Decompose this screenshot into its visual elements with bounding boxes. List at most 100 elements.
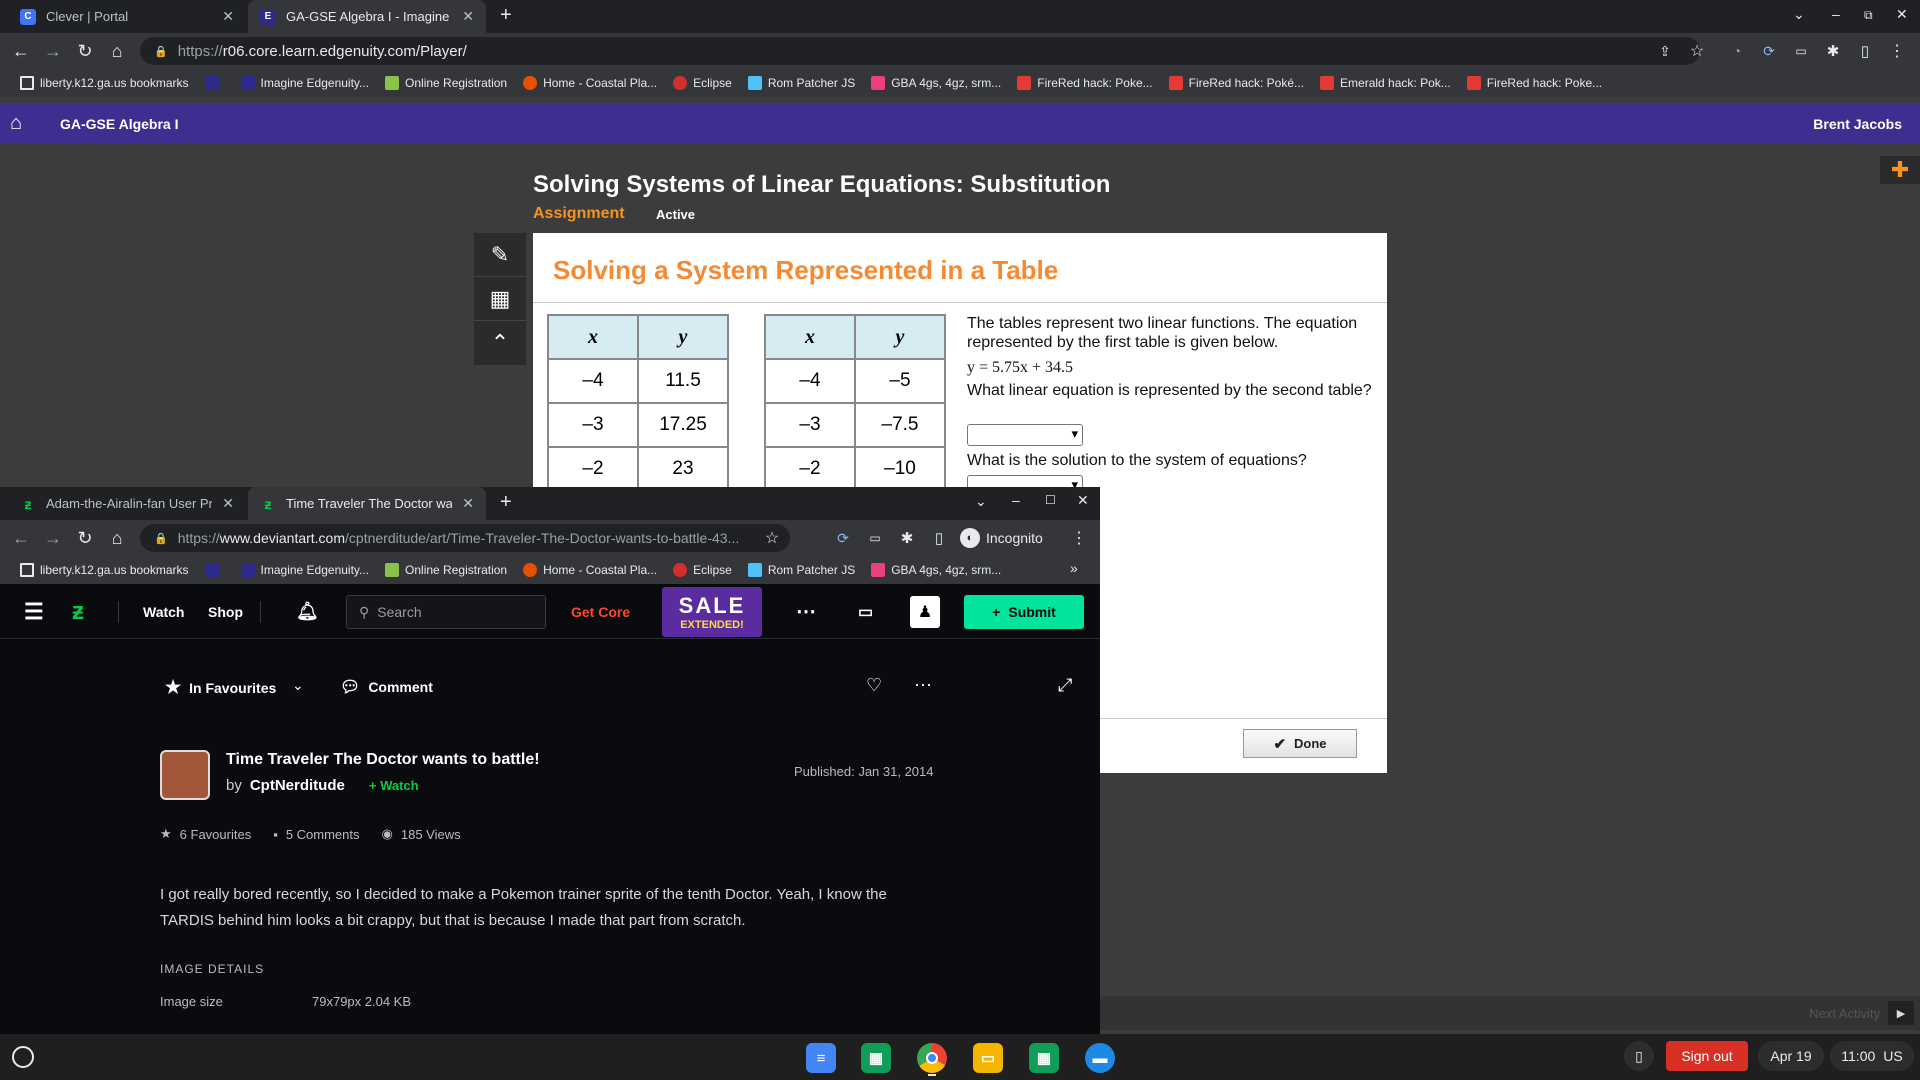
comment-button[interactable]: 💬︎ Comment [340,677,433,697]
chat-icon[interactable]: ▭ [858,584,873,639]
minimize-icon[interactable]: – [1832,6,1840,22]
maximize-icon[interactable]: ☐ [1045,493,1056,507]
chevron-down-icon[interactable]: ⌄ [975,493,987,510]
launcher-icon[interactable] [12,1046,34,1068]
close-window-icon[interactable]: ✕ [1077,492,1089,509]
reload-icon[interactable]: ↻ [70,520,100,556]
home-icon[interactable]: ⌂ [102,520,132,556]
bookmark[interactable]: Home - Coastal Pla... [515,76,665,90]
bookmark-folder[interactable]: liberty.k12.ga.us bookmarks [12,563,197,577]
bookmark[interactable]: Imagine Edgenuity... [233,563,378,577]
nav-watch[interactable]: Watch [143,584,184,639]
sale-banner[interactable]: SALE EXTENDED! [662,587,762,637]
star-icon[interactable]: ☆ [1682,33,1712,69]
close-icon[interactable]: ✕ [462,495,474,512]
tab-deviantart-profile[interactable]: ƶ Adam-the-Airalin-fan User Profil ✕ [8,487,246,520]
bookmark[interactable]: Emerald hack: Pok... [1312,76,1459,90]
sync-icon[interactable]: ⟳ [1754,33,1784,69]
tab-deviantart-art[interactable]: ƶ Time Traveler The Doctor wants ✕ [248,487,486,520]
bookmark[interactable] [197,563,233,577]
author-avatar[interactable] [160,750,210,800]
next-arrow-icon[interactable]: ▶ [1888,1001,1914,1025]
watch-author-button[interactable]: + Watch [369,778,419,793]
close-icon[interactable]: ✕ [222,495,234,512]
minimize-icon[interactable]: – [1012,492,1020,508]
get-core-link[interactable]: Get Core [571,584,630,639]
bell-icon[interactable]: 🔔︎ [296,584,319,639]
star-icon[interactable]: ☆ [757,520,787,556]
sign-out-button[interactable]: Sign out [1666,1041,1748,1071]
close-icon[interactable]: ✕ [462,8,474,25]
back-icon[interactable]: ← [6,33,36,69]
incognito-indicator[interactable]: ◐ Incognito [960,525,1043,551]
calculator-icon[interactable]: ▦ [474,277,526,321]
clipboard-icon[interactable]: ▯ [1624,1041,1654,1071]
chevron-down-icon[interactable]: ⌄ [292,677,304,694]
files-icon[interactable]: ▬ [1085,1043,1115,1073]
home-icon[interactable]: ⌂ [102,33,132,69]
search-input[interactable]: ⚲ Search [346,595,546,629]
bookmark[interactable]: FireRed hack: Poke... [1009,76,1160,90]
back-icon[interactable]: ← [6,520,36,556]
chrome-icon[interactable] [917,1043,947,1073]
forward-icon[interactable]: → [38,520,68,556]
plus-icon[interactable]: ✚ [1880,156,1920,184]
menu-icon[interactable]: ⋮ [1064,520,1094,556]
bookmark[interactable]: FireRed hack: Poke... [1459,76,1610,90]
deviantart-logo-icon[interactable]: ƶ [72,584,84,639]
bookmark[interactable] [197,76,233,90]
close-window-icon[interactable]: ✕ [1896,6,1908,23]
comments-count[interactable]: 5 Comments [286,827,360,842]
more-bookmarks-icon[interactable]: » [1070,560,1078,576]
status-tray[interactable]: 11:00 US [1830,1041,1914,1071]
bookmark[interactable]: Rom Patcher JS [740,563,863,577]
collapse-icon[interactable]: ⌃ [474,321,526,365]
puzzle-icon[interactable]: ✱ [1818,33,1848,69]
extension-icon[interactable]: ▭ [860,520,890,556]
bookmark[interactable]: GBA 4gs, 4gz, srm... [863,563,1009,577]
classroom-icon[interactable]: ▦ [1029,1043,1059,1073]
puzzle-icon[interactable]: ✱ [892,520,922,556]
bookmark[interactable]: Rom Patcher JS [740,76,863,90]
favourites-count[interactable]: 6 Favourites [180,827,252,842]
sidepanel-icon[interactable]: ▯ [924,520,954,556]
reload-icon[interactable]: ↻ [70,33,100,69]
sidepanel-icon[interactable]: ▯ [1850,33,1880,69]
gift-icon[interactable]: ♡ [866,675,882,696]
new-tab-icon[interactable]: + [500,4,512,27]
bookmark[interactable]: Online Registration [377,563,515,577]
bookmark[interactable]: Eclipse [665,76,740,90]
sheets-icon[interactable]: ▦ [861,1043,891,1073]
hamburger-menu-icon[interactable]: ☰ [24,584,44,639]
more-icon[interactable]: ⋯ [796,584,816,639]
done-button[interactable]: ✔ Done [1243,729,1357,758]
bookmark-folder[interactable]: liberty.k12.ga.us bookmarks [12,76,197,90]
pencil-icon[interactable]: ✎ [474,233,526,277]
bookmark[interactable]: Online Registration [377,76,515,90]
tab-clever[interactable]: C Clever | Portal ✕ [8,0,246,33]
bookmark[interactable]: GBA 4gs, 4gz, srm... [863,76,1009,90]
new-tab-icon[interactable]: + [500,491,512,514]
date-display[interactable]: Apr 19 [1758,1041,1824,1071]
bookmark[interactable]: Eclipse [665,563,740,577]
docs-icon[interactable]: ≡ [806,1043,836,1073]
extension-icon[interactable]: ▭ [1786,33,1816,69]
menu-icon[interactable]: ⋮ [1882,33,1912,69]
chevron-down-icon[interactable]: ⌄ [1793,6,1805,23]
home-icon[interactable]: ⌂ [10,112,22,135]
user-name[interactable]: Brent Jacobs [1813,116,1902,132]
expand-icon[interactable]: ⤢ [1058,675,1072,696]
avatar[interactable]: ♟ [910,596,940,628]
slides-icon[interactable]: ▭ [973,1043,1003,1073]
sync-icon[interactable]: ⟳ [828,520,858,556]
favourite-button[interactable]: ★ In Favourites [165,677,276,698]
answer-1-dropdown[interactable] [967,424,1083,446]
share-icon[interactable]: ⇪ [1650,33,1680,69]
nav-shop[interactable]: Shop [208,584,243,639]
tab-edgenuity[interactable]: E GA-GSE Algebra I - Imagine Edge ✕ [248,0,486,33]
submit-button[interactable]: + Submit [964,595,1084,629]
address-bar[interactable]: 🔒 https://r06.core.learn.edgenuity.com/P… [140,37,1700,65]
author-link[interactable]: CptNerditude [250,777,345,794]
restore-icon[interactable]: ⧉ [1864,8,1873,23]
extension-icon[interactable]: ◔ [1722,33,1752,69]
